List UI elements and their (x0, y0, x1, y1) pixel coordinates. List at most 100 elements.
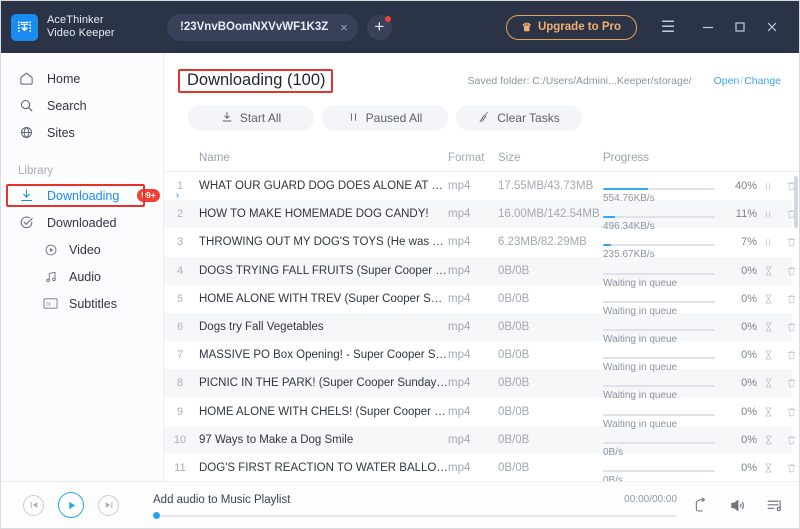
row-speed: 496.34KB/s (603, 221, 655, 233)
maximize-icon[interactable] (725, 10, 755, 44)
waiting-task-icon[interactable] (763, 377, 774, 389)
close-icon[interactable] (757, 10, 787, 44)
pause-task-icon[interactable] (763, 237, 773, 248)
table-row[interactable]: 5 HOME ALONE WITH TREV (Super Cooper Sund… (164, 285, 796, 317)
row-index: 4 (176, 264, 184, 277)
change-folder-link[interactable]: Change (744, 75, 781, 87)
title-bar: AceThinker Video Keeper !23VnvBOomNXVvWF… (1, 1, 799, 53)
next-track-button[interactable] (98, 494, 119, 516)
start-all-button[interactable]: Start All (188, 105, 314, 131)
delete-task-icon[interactable] (786, 236, 797, 248)
sidebar-item-sites[interactable]: Sites (1, 119, 163, 146)
row-actions (757, 236, 799, 248)
row-size: 0B/0B (498, 292, 530, 305)
list-scrollbar[interactable] (794, 176, 798, 228)
row-name: WHAT OUR GUARD DOG DOES ALONE AT NIGHT .… (199, 180, 448, 193)
delete-task-icon[interactable] (786, 434, 797, 446)
open-folder-link[interactable]: Open (714, 75, 740, 87)
row-percent: 0% (741, 264, 757, 277)
delete-task-icon[interactable] (786, 349, 797, 361)
sidebar-item-audio[interactable]: Audio (1, 263, 163, 290)
column-progress: Progress (603, 151, 650, 164)
waiting-task-icon[interactable] (763, 406, 774, 418)
progress-bar (603, 329, 715, 332)
folder-links: Open/Change (714, 75, 781, 87)
column-name: Name (199, 151, 230, 164)
volume-icon[interactable] (729, 497, 746, 514)
delete-task-icon[interactable] (786, 406, 797, 418)
browser-tab[interactable]: !23VnvBOomNXVvWF1K3Z × (167, 13, 358, 41)
table-row[interactable]: 6 Dogs try Fall Vegetables mp4 0B/0B Waiting… (164, 312, 796, 345)
delete-task-icon[interactable] (786, 377, 797, 389)
waiting-task-icon[interactable] (763, 265, 774, 277)
row-percent: 0% (741, 349, 757, 362)
repeat-icon[interactable] (693, 497, 709, 513)
table-row[interactable]: 10 97 Ways to Make a Dog Smile mp4 0B/0B 0B/… (164, 425, 796, 458)
row-speed: Waiting in queue (603, 305, 678, 317)
table-row[interactable]: 1 WHAT OUR GUARD DOG DOES ALONE AT NIGHT … (164, 172, 796, 204)
row-index: 7 (176, 349, 184, 362)
sidebar-item-home[interactable]: Home (1, 65, 163, 92)
tab-close-icon[interactable]: × (338, 21, 350, 34)
svg-text:cc: cc (46, 301, 52, 307)
playlist-icon[interactable] (766, 497, 783, 514)
delete-task-icon[interactable] (786, 293, 797, 305)
clear-tasks-button[interactable]: Clear Tasks (456, 105, 582, 131)
row-size: 0B/0B (498, 461, 530, 474)
pause-task-icon[interactable] (763, 209, 773, 220)
row-name: MASSIVE PO Box Opening! - Super Cooper S… (199, 349, 448, 362)
player-track: Add audio to Music Playlist 00:00/00:00 (135, 494, 677, 519)
page-title-text: Downloading (100) (187, 71, 326, 89)
brand-line-2: Video Keeper (47, 27, 115, 39)
sidebar-item-downloading[interactable]: Downloading 99+ › (1, 182, 179, 209)
start-all-label: Start All (239, 111, 282, 125)
upgrade-to-pro-button[interactable]: ♛ Upgrade to Pro (505, 14, 637, 40)
row-speed: Waiting in queue (603, 362, 678, 374)
table-row[interactable]: 9 HOME ALONE WITH CHELS! (Super Cooper Su… (164, 398, 796, 430)
window-controls: ♛ Upgrade to Pro ☰ (505, 10, 787, 44)
table-row[interactable]: 11 DOG'S FIRST REACTION TO WATER BALLOONS… (164, 454, 796, 481)
hamburger-menu-icon[interactable]: ☰ (653, 10, 683, 44)
table-row[interactable]: 7 MASSIVE PO Box Opening! - Super Cooper … (164, 341, 796, 373)
row-index: 9 (176, 405, 184, 418)
previous-track-button[interactable] (23, 494, 44, 516)
progress-bar (603, 357, 715, 360)
row-size: 0B/0B (498, 264, 530, 277)
waiting-task-icon[interactable] (763, 462, 774, 474)
row-name: Dogs try Fall Vegetables (199, 321, 324, 334)
waiting-task-icon[interactable] (763, 434, 774, 446)
player-seek-handle[interactable] (153, 512, 160, 519)
row-size: 0B/0B (498, 433, 530, 446)
row-actions (757, 349, 799, 361)
minimize-icon[interactable] (693, 10, 723, 44)
sidebar-item-search[interactable]: Search (1, 92, 163, 119)
pause-task-icon[interactable] (763, 181, 773, 192)
table-row[interactable]: 3 THROWING OUT MY DOG'S TOYS (He was not … (164, 228, 796, 260)
waiting-task-icon[interactable] (763, 293, 774, 305)
row-percent: 0% (741, 377, 757, 390)
table-row[interactable]: 8 PICNIC IN THE PARK! (Super Cooper Sunda… (164, 369, 796, 401)
table-header: Name Format Size Progress (164, 144, 799, 172)
waiting-task-icon[interactable] (763, 349, 774, 361)
tab-title: !23VnvBOomNXVvWF1K3Z (180, 21, 329, 33)
sidebar-item-video[interactable]: Video (1, 236, 163, 263)
paused-all-button[interactable]: Paused All (322, 105, 448, 131)
table-row[interactable]: 2 HOW TO MAKE HOMEMADE DOG CANDY! mp4 16.00… (164, 200, 796, 232)
player-seek-bar[interactable] (153, 512, 677, 519)
table-row[interactable]: 4 DOGS TRYING FALL FRUITS (Super Cooper S… (164, 256, 796, 289)
waiting-task-icon[interactable] (763, 321, 774, 333)
row-format: mp4 (448, 349, 471, 362)
delete-task-icon[interactable] (786, 321, 797, 333)
row-percent: 0% (741, 292, 757, 305)
audio-icon (43, 270, 58, 284)
play-button[interactable] (58, 492, 84, 518)
sidebar-item-subtitles[interactable]: cc Subtitles (1, 290, 163, 317)
delete-task-icon[interactable] (786, 462, 797, 474)
new-tab-button[interactable]: + (366, 14, 392, 40)
sidebar-item-downloaded[interactable]: Downloaded (1, 209, 163, 236)
row-percent: 11% (735, 208, 757, 221)
row-speed: Waiting in queue (603, 418, 678, 430)
progress-bar (603, 385, 715, 388)
download-list[interactable]: 1 WHAT OUR GUARD DOG DOES ALONE AT NIGHT … (164, 172, 799, 481)
delete-task-icon[interactable] (786, 265, 797, 277)
